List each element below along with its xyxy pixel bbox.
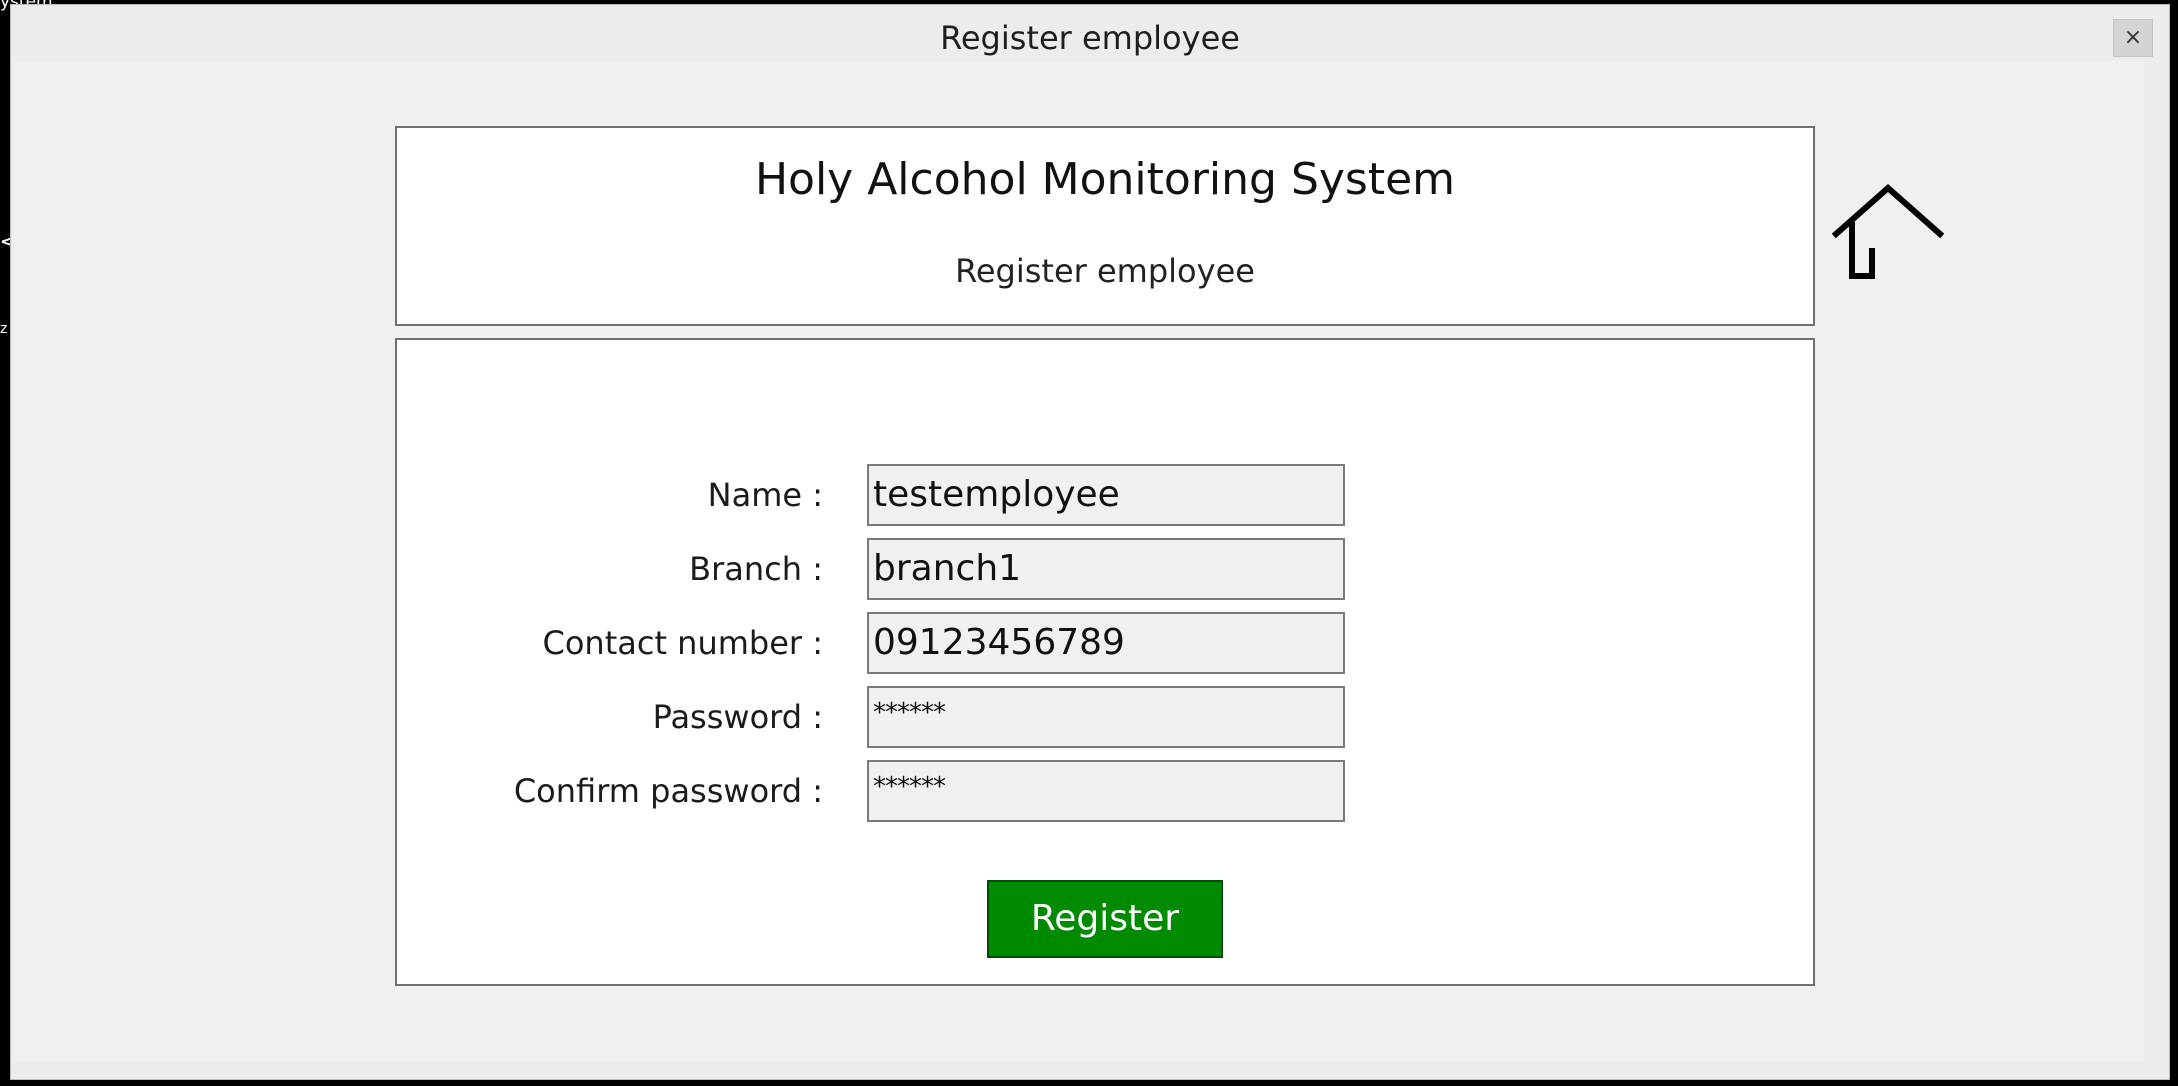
form-row-contact-number: Contact number : 09123456789 [397,612,1813,674]
contact-number-label: Contact number : [542,624,823,662]
form-row-branch: Branch : branch1 [397,538,1813,600]
header-panel: Holy Alcohol Monitoring System Register … [395,126,1815,326]
home-button[interactable] [1831,183,1945,284]
title-bar[interactable]: Register employee × [11,5,2169,65]
name-input[interactable]: testemployee [867,464,1345,526]
confirm-password-input[interactable]: ****** [867,760,1345,822]
app-title: Holy Alcohol Monitoring System [754,154,1456,205]
password-label: Password : [652,698,823,736]
branch-input[interactable]: branch1 [867,538,1345,600]
home-icon [1831,183,1945,279]
form-row-confirm-password: Confirm password : ****** [397,760,1813,822]
page-subtitle: Register employee [955,252,1255,290]
name-label: Name : [707,476,823,514]
contact-number-input[interactable]: 09123456789 [867,612,1345,674]
registration-form-panel: Name : testemployee Branch : branch1 Con… [395,338,1815,986]
close-button[interactable]: × [2113,19,2153,57]
branch-label: Branch : [689,550,823,588]
background-window-text-fragment: z [0,321,8,337]
confirm-password-label: Confirm password : [513,772,823,810]
window-title: Register employee [940,19,1240,57]
password-input[interactable]: ****** [867,686,1345,748]
form-row-name: Name : testemployee [397,464,1813,526]
register-button[interactable]: Register [987,880,1223,958]
form-row-password: Password : ****** [397,686,1813,748]
